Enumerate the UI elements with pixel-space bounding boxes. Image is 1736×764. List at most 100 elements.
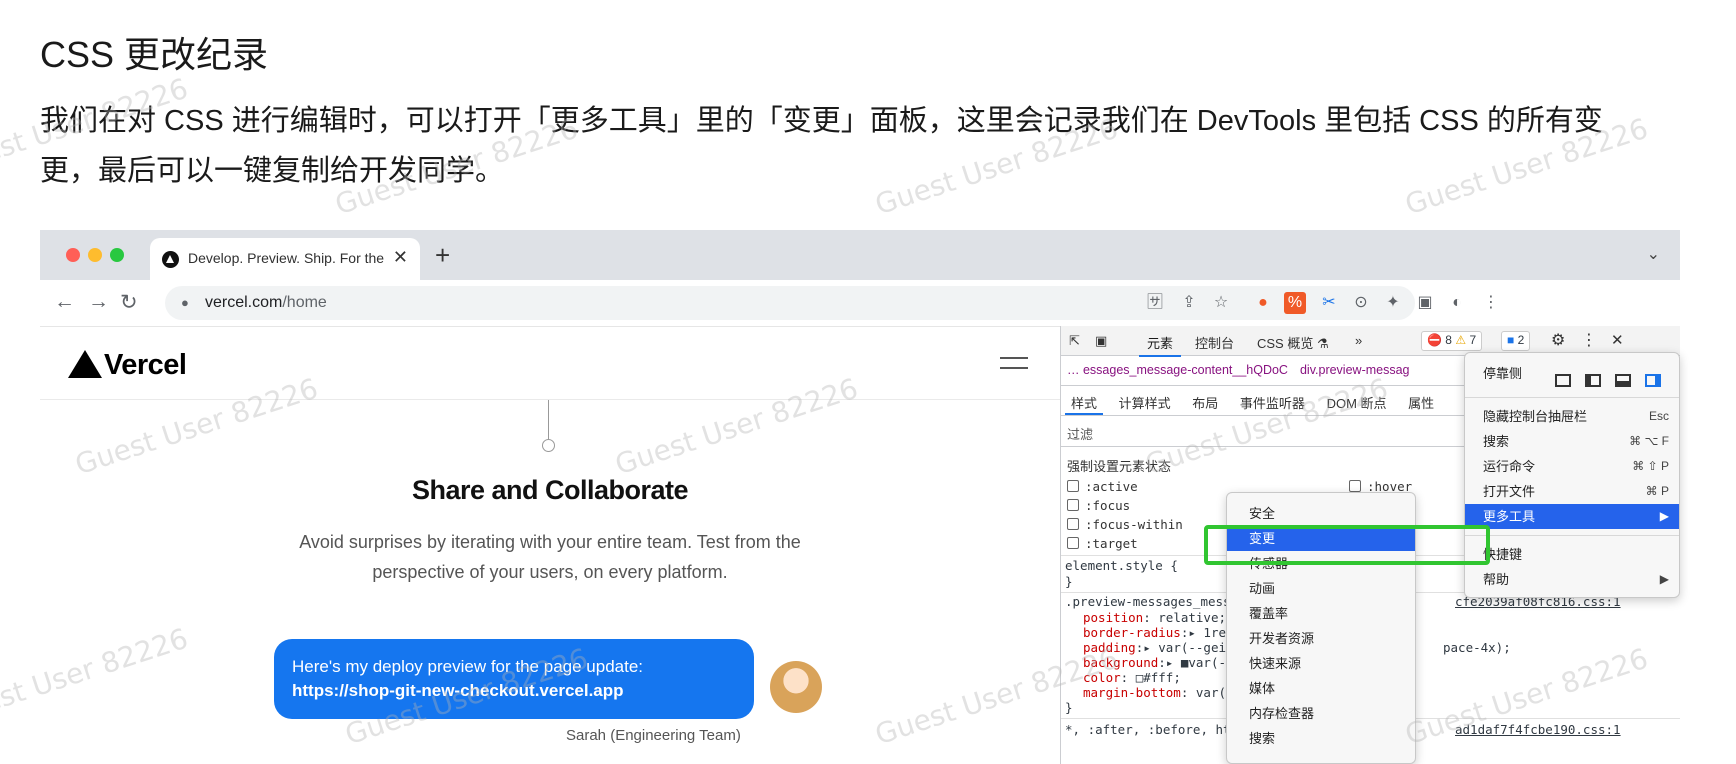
more-tabs-icon[interactable]: »: [1355, 333, 1362, 348]
hamburger-menu-icon[interactable]: [1000, 357, 1028, 377]
css-rule-selector[interactable]: .preview-messages_message: [1065, 594, 1253, 610]
css-declaration[interactable]: border-radius:▸ 1rem;: [1083, 625, 1241, 641]
browser-menu-icon[interactable]: ⋮: [1480, 292, 1502, 314]
vercel-favicon-icon: [162, 251, 179, 268]
css-universal-selector[interactable]: *, :after, :before, html: [1065, 722, 1246, 738]
menu-item-memory-inspector[interactable]: 内存检查器: [1227, 701, 1415, 726]
tab-elements[interactable]: 元素: [1138, 333, 1182, 357]
browser-window: Develop. Preview. Ship. For the ✕ + ⌄ ← …: [40, 230, 1680, 764]
tab-title: Develop. Preview. Ship. For the: [188, 250, 385, 266]
menu-row-more-tools[interactable]: 更多工具 ▶: [1465, 504, 1679, 529]
message-text: Here's my deploy preview for the page up…: [292, 657, 643, 676]
dock-side-row: 停靠侧: [1465, 361, 1679, 391]
message-link[interactable]: https://shop-git-new-checkout.vercel.app: [292, 679, 736, 703]
browser-tab[interactable]: Develop. Preview. Ship. For the ✕: [150, 238, 420, 280]
article-title: CSS 更改纪录: [40, 34, 269, 75]
subtab-layout[interactable]: 布局: [1192, 393, 1218, 412]
menu-row-search[interactable]: 搜索 ⌘ ⌥ F: [1465, 429, 1679, 454]
settings-gear-icon[interactable]: ⚙: [1551, 330, 1565, 350]
web-page: Vercel Share and Collaborate Avoid surpr…: [40, 326, 1060, 764]
devtools-more-icon[interactable]: ⋮: [1581, 330, 1597, 350]
page-divider: [40, 399, 1060, 400]
state-checkbox-focus[interactable]: :focus: [1067, 498, 1130, 513]
messages-badge[interactable]: ■ 2: [1501, 331, 1531, 351]
menu-row-shortcuts[interactable]: 快捷键: [1465, 542, 1679, 567]
changes-highlight-callout: [1204, 525, 1490, 565]
css-declaration[interactable]: margin-bottom: var(--g: [1083, 685, 1249, 701]
css-declaration[interactable]: color: □#fff;: [1083, 670, 1181, 686]
issues-badge[interactable]: ⛔ 8 ⚠ 7: [1421, 331, 1483, 351]
css-declaration-tail: pace-4x);: [1443, 640, 1511, 655]
tab-list-chevron-icon[interactable]: ⌄: [1647, 244, 1660, 264]
inspect-element-icon[interactable]: ⇱: [1069, 333, 1080, 349]
maximize-window-button[interactable]: [110, 248, 124, 262]
minimize-window-button[interactable]: [88, 248, 102, 262]
css-universal-source-link[interactable]: ad1daf7f4fcbe190.css:1: [1455, 722, 1621, 737]
vercel-logo[interactable]: Vercel: [68, 349, 187, 382]
menu-row-help[interactable]: 帮助 ▶: [1465, 567, 1679, 592]
back-icon[interactable]: ←: [54, 290, 75, 314]
extension-red-icon[interactable]: ●: [1252, 292, 1274, 314]
translate-icon[interactable]: 🈂: [1144, 292, 1166, 314]
undock-icon[interactable]: [1555, 374, 1571, 388]
dock-bottom-icon[interactable]: [1615, 374, 1631, 388]
profile-avatar-icon[interactable]: ◐: [1446, 292, 1468, 314]
subtab-event-listeners[interactable]: 事件监听器: [1240, 393, 1305, 412]
avatar: [770, 661, 822, 713]
section-heading: Share and Collaborate: [411, 475, 689, 505]
bookmark-star-icon[interactable]: ☆: [1210, 292, 1232, 314]
puzzle-extensions-icon[interactable]: ✦: [1382, 292, 1404, 314]
new-tab-button[interactable]: +: [435, 240, 450, 271]
menu-row-open-file[interactable]: 打开文件 ⌘ P: [1465, 479, 1679, 504]
force-state-title: 强制设置元素状态: [1067, 459, 1172, 474]
css-declaration[interactable]: background:▸ ■var(--g: [1083, 655, 1241, 671]
scissors-icon[interactable]: ✂: [1318, 292, 1340, 314]
message-bubble: Here's my deploy preview for the page up…: [274, 639, 754, 719]
tab-bar: Develop. Preview. Ship. For the ✕ + ⌄: [40, 230, 1680, 280]
menu-item-developer-resources[interactable]: 开发者资源: [1227, 626, 1415, 651]
styles-filter-input[interactable]: 过滤: [1067, 424, 1093, 443]
css-declaration[interactable]: padding:▸ var(--geist-: [1083, 640, 1249, 656]
dock-left-icon[interactable]: [1585, 374, 1601, 388]
css-declaration[interactable]: position: relative;: [1083, 610, 1226, 626]
tab-css-overview[interactable]: CSS 概览 ⚗: [1257, 333, 1329, 352]
side-panel-icon[interactable]: ▣: [1414, 292, 1436, 314]
vercel-triangle-icon: [68, 350, 102, 378]
subtab-styles[interactable]: 样式: [1064, 393, 1104, 415]
state-checkbox-active[interactable]: :active: [1067, 479, 1138, 494]
tab-close-icon[interactable]: ✕: [393, 247, 408, 268]
forward-icon[interactable]: →: [88, 290, 109, 314]
lock-icon: ●: [181, 295, 189, 310]
menu-item-search[interactable]: 搜索: [1227, 726, 1415, 751]
device-toggle-icon[interactable]: ▣: [1095, 333, 1107, 349]
state-checkbox-target[interactable]: :target: [1067, 536, 1138, 551]
menu-item-quick-source[interactable]: 快速来源: [1227, 651, 1415, 676]
connector-dot: [542, 439, 555, 452]
menu-item-coverage[interactable]: 覆盖率: [1227, 601, 1415, 626]
dock-right-icon[interactable]: [1645, 374, 1661, 388]
reload-icon[interactable]: ↻: [120, 290, 138, 315]
section-subtext: Avoid surprises by iterating with your e…: [299, 532, 801, 582]
devtools-main-menu: 停靠侧 隐藏控制台抽屉栏 Esc 搜索 ⌘ ⌥ F 运行命令 ⌘ ⇧ P 打开文件 ⌘ …: [1464, 352, 1680, 598]
subtab-computed[interactable]: 计算样式: [1119, 393, 1171, 412]
menu-row-hide-drawer[interactable]: 隐藏控制台抽屉栏 Esc: [1465, 404, 1679, 429]
share-icon[interactable]: ⇪: [1178, 292, 1200, 314]
subtab-properties[interactable]: 属性: [1408, 393, 1434, 412]
css-rule-close: }: [1065, 700, 1073, 715]
subtab-dom-breakpoints[interactable]: DOM 断点: [1327, 393, 1387, 412]
menu-item-security[interactable]: 安全: [1227, 501, 1415, 526]
browser-toolbar: ← → ↻ ● vercel.com/home 🈂 ⇪ ☆ ● % ✂ ⊙ ✦ …: [40, 280, 1680, 326]
article-paragraph: 我们在对 CSS 进行编辑时，可以打开「更多工具」里的「变更」面板，这里会记录我…: [40, 105, 1603, 187]
connector-line: [548, 400, 549, 440]
devtools-close-icon[interactable]: ✕: [1611, 331, 1624, 349]
menu-item-media[interactable]: 媒体: [1227, 676, 1415, 701]
extension-percent-icon[interactable]: %: [1284, 292, 1306, 314]
message-sender: Sarah (Engineering Team): [566, 727, 741, 744]
close-window-button[interactable]: [66, 248, 80, 262]
state-checkbox-focus-within[interactable]: :focus-within: [1067, 517, 1183, 532]
menu-item-animations[interactable]: 动画: [1227, 576, 1415, 601]
extension-m-icon[interactable]: ⊙: [1350, 292, 1372, 314]
url-text: vercel.com/home: [205, 294, 327, 311]
menu-row-run-command[interactable]: 运行命令 ⌘ ⇧ P: [1465, 454, 1679, 479]
tab-console[interactable]: 控制台: [1195, 333, 1234, 352]
